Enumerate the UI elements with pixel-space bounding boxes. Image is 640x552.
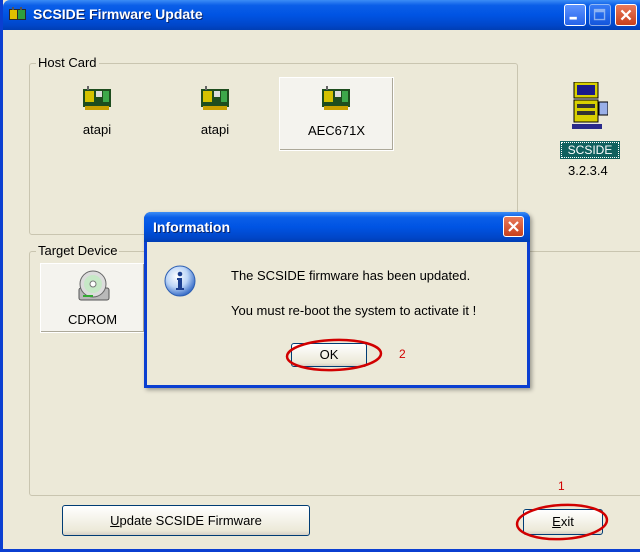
close-icon [508, 221, 519, 232]
information-dialog: Information The SCSIDE firmware has been… [144, 212, 530, 388]
host-card-atapi-1[interactable]: atapi [57, 80, 137, 144]
dialog-title: Information [153, 219, 230, 235]
title-bar[interactable]: SCSIDE Firmware Update [3, 0, 640, 30]
scside-version: 3.2.3.4 [568, 163, 608, 178]
minimize-icon [569, 16, 577, 20]
exit-highlight-ellipse [515, 503, 609, 541]
maximize-icon [593, 8, 606, 21]
host-card-label: atapi [82, 122, 112, 137]
host-card-aec671x[interactable]: AEC671X [279, 77, 394, 151]
dialog-message-line2: You must re-boot the system to activate … [231, 303, 477, 318]
scside-computer-icon [572, 82, 608, 129]
close-button[interactable] [615, 4, 637, 26]
host-card-label: AEC671X [307, 123, 366, 138]
close-icon [620, 9, 632, 21]
information-icon [164, 265, 196, 297]
dialog-message-line1: The SCSIDE firmware has been updated. [231, 268, 471, 283]
ok-annotation-number: 2 [399, 347, 406, 361]
expansion-card-icon [322, 86, 350, 110]
exit-annotation-number: 1 [558, 479, 565, 493]
expansion-card-icon [83, 86, 111, 110]
ok-highlight-ellipse [285, 338, 383, 372]
host-card-label: atapi [200, 122, 230, 137]
target-device-group-label: Target Device [36, 243, 120, 258]
window-title: SCSIDE Firmware Update [33, 6, 203, 22]
update-firmware-button[interactable]: Update SCSIDE Firmware [62, 505, 310, 536]
host-card-group-label: Host Card [36, 55, 99, 70]
update-button-label: pdate SCSIDE Firmware [119, 513, 262, 528]
maximize-button [589, 4, 611, 26]
app-icon [9, 7, 26, 20]
dialog-title-bar[interactable]: Information [144, 212, 530, 242]
expansion-card-icon [201, 86, 229, 110]
cdrom-drive-icon [78, 270, 110, 301]
update-button-mnemonic: U [110, 513, 120, 528]
target-device-cdrom[interactable]: CDROM [40, 263, 145, 333]
dialog-close-button[interactable] [503, 216, 524, 237]
minimize-button[interactable] [564, 4, 586, 26]
target-device-label: CDROM [67, 312, 118, 327]
scside-label: SCSIDE [560, 141, 620, 159]
host-card-atapi-2[interactable]: atapi [175, 80, 255, 144]
